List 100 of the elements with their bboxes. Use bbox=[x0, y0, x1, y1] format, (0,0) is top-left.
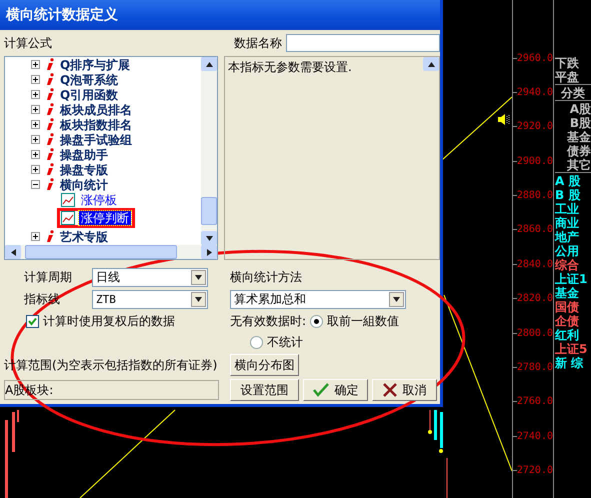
tree-item[interactable]: 涨停板 bbox=[79, 192, 119, 206]
index-item[interactable]: 工业 bbox=[555, 202, 591, 216]
index-item[interactable]: 新 综 bbox=[555, 356, 591, 370]
period-dropdown[interactable]: 日线 bbox=[92, 268, 208, 286]
index-item[interactable]: 国债 bbox=[555, 300, 591, 314]
formula-icon bbox=[46, 230, 54, 243]
price-label: 2840.0 bbox=[516, 258, 553, 270]
candlestick bbox=[17, 410, 19, 422]
tree-item[interactable]: 操盘专版 bbox=[60, 162, 108, 176]
up-arrow-icon bbox=[428, 62, 434, 66]
cancel-button[interactable]: 取消 bbox=[372, 379, 437, 401]
expand-icon[interactable] bbox=[31, 60, 40, 69]
tree-item[interactable]: 艺术专版 bbox=[60, 230, 108, 244]
down-arrow-icon bbox=[206, 236, 212, 240]
up-arrow-icon bbox=[206, 62, 212, 66]
index-item[interactable]: 综合 bbox=[555, 258, 591, 272]
category-item[interactable]: B股 bbox=[555, 116, 591, 130]
expand-icon[interactable] bbox=[31, 165, 40, 174]
candlestick bbox=[12, 412, 15, 452]
indicator-line-dropdown[interactable]: ZTB bbox=[92, 290, 208, 308]
price-label: 2820.0 bbox=[516, 293, 553, 304]
price-label: 2960.0 bbox=[516, 52, 553, 64]
index-item[interactable]: 企债 bbox=[555, 314, 591, 328]
expand-icon[interactable] bbox=[31, 90, 40, 99]
price-label: 2800.0 bbox=[516, 328, 553, 339]
ok-button[interactable]: 确定 bbox=[303, 379, 368, 401]
price-label: 2900.0 bbox=[516, 156, 553, 167]
formula-label: 计算公式 bbox=[4, 34, 52, 52]
category-item[interactable]: 基金 bbox=[555, 130, 591, 144]
text-button[interactable]: 设置范围 bbox=[230, 379, 299, 401]
market-item[interactable]: 下跌 bbox=[555, 56, 591, 70]
tree-item[interactable]: 操盘手试验组 bbox=[60, 132, 132, 146]
text-button[interactable]: 横向分布图 bbox=[230, 354, 299, 376]
checkmark-icon bbox=[312, 383, 328, 397]
scroll-thumb[interactable] bbox=[25, 245, 177, 259]
index-item[interactable]: 红利 bbox=[555, 328, 591, 342]
tree-item[interactable]: Q泡哥系统 bbox=[60, 72, 118, 86]
category-header: 分类 bbox=[555, 84, 591, 100]
radio-button[interactable] bbox=[250, 336, 263, 348]
trend-line bbox=[442, 96, 512, 160]
category-item[interactable]: A股 bbox=[555, 102, 591, 116]
index-item[interactable]: 地产 bbox=[555, 230, 591, 244]
expand-icon[interactable] bbox=[31, 135, 40, 144]
tree-item[interactable]: 板块指数排名 bbox=[60, 118, 132, 132]
method-label: 横向统计方法 bbox=[230, 268, 303, 286]
expand-icon[interactable] bbox=[31, 150, 40, 159]
expand-icon[interactable] bbox=[31, 120, 40, 129]
radio-button[interactable] bbox=[310, 314, 324, 328]
scroll-thumb[interactable] bbox=[201, 197, 217, 225]
speaker-icon[interactable] bbox=[497, 113, 510, 126]
price-label: 2740.0 bbox=[516, 430, 553, 442]
no-data-label: 无有效数据时: bbox=[230, 312, 306, 330]
price-label: 2860.0 bbox=[516, 224, 553, 236]
dropdown-arrow-icon bbox=[195, 296, 202, 302]
line-chart-icon bbox=[61, 211, 75, 225]
price-label: 2940.0 bbox=[516, 86, 553, 98]
radio-label: 取前一組数值 bbox=[327, 312, 400, 330]
index-item[interactable]: B 股 bbox=[555, 188, 591, 202]
price-label: 2760.0 bbox=[516, 396, 553, 408]
index-item[interactable]: A 股 bbox=[555, 174, 591, 188]
category-item[interactable]: 债券 bbox=[555, 144, 591, 158]
left-arrow-icon bbox=[10, 248, 16, 256]
description-text: 本指标无参数需要设置. bbox=[228, 59, 352, 76]
expand-icon[interactable] bbox=[31, 75, 40, 84]
price-label: 2720.0 bbox=[516, 465, 553, 476]
index-item[interactable]: 上证1 bbox=[555, 272, 591, 286]
formula-icon bbox=[46, 73, 54, 86]
tree-item[interactable]: Q排序与扩展 bbox=[60, 58, 130, 72]
vertical-scrollbar[interactable] bbox=[201, 57, 217, 245]
price-dot bbox=[428, 430, 432, 434]
expand-icon[interactable] bbox=[31, 105, 40, 114]
collapse-icon[interactable] bbox=[31, 180, 40, 189]
formula-icon bbox=[46, 133, 54, 146]
category-item[interactable]: 其它 bbox=[555, 158, 591, 172]
formula-icon bbox=[46, 178, 54, 191]
tree-item[interactable]: Q引用函数 bbox=[60, 88, 118, 102]
price-label: 2920.0 bbox=[516, 121, 553, 132]
tree-item[interactable]: 涨停判断 bbox=[79, 211, 131, 225]
horizontal-scrollbar[interactable] bbox=[5, 245, 217, 259]
tree-item[interactable]: 操盘助手 bbox=[60, 148, 108, 162]
method-dropdown[interactable]: 算术累加总和 bbox=[230, 290, 406, 308]
formula-icon bbox=[46, 88, 54, 101]
data-name-field[interactable] bbox=[286, 34, 440, 52]
market-item[interactable]: 平盘 bbox=[555, 70, 591, 84]
formula-icon bbox=[46, 163, 54, 176]
price-label: 2780.0 bbox=[516, 362, 553, 374]
expand-icon[interactable] bbox=[31, 232, 40, 241]
dropdown-arrow-icon bbox=[393, 296, 400, 302]
dropdown-arrow-icon bbox=[195, 274, 202, 280]
price-dot bbox=[439, 449, 443, 453]
candlestick bbox=[440, 412, 443, 448]
line-chart-icon bbox=[61, 192, 75, 206]
checkbox[interactable] bbox=[26, 314, 39, 328]
index-item[interactable]: 公用 bbox=[555, 244, 591, 258]
index-item[interactable]: 基金 bbox=[555, 286, 591, 300]
index-item[interactable]: 商业 bbox=[555, 216, 591, 230]
data-name-label: 数据名称 bbox=[234, 34, 282, 52]
tree-item[interactable]: 板块成员排名 bbox=[60, 102, 132, 116]
tree-item[interactable]: 横向统计 bbox=[60, 178, 108, 192]
index-item[interactable]: 上证5 bbox=[555, 342, 591, 356]
